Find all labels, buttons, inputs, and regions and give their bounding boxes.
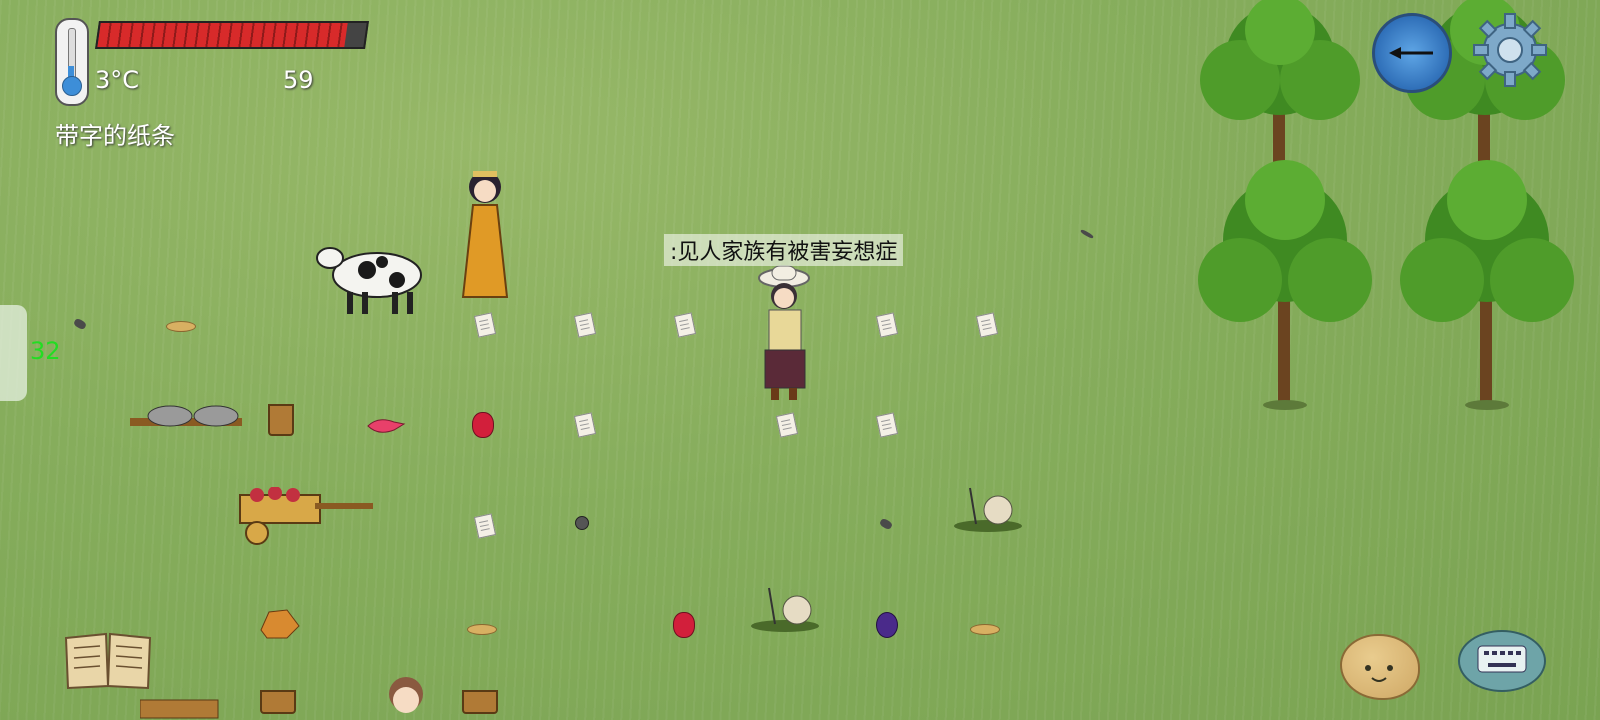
- red-gem-item[interactable]: [673, 612, 695, 638]
- emote-face-icon[interactable]: [1340, 634, 1420, 700]
- ore-rock-item[interactable]: [257, 608, 301, 640]
- tree: [1392, 150, 1582, 410]
- raw-meat-item[interactable]: [366, 416, 406, 436]
- status-hud: 3°C 59 带字的纸条: [55, 18, 375, 158]
- flint-stone[interactable]: [72, 317, 88, 331]
- tree: [1190, 150, 1380, 410]
- wooden-bucket[interactable]: [268, 404, 294, 436]
- paper-note[interactable]: [775, 412, 799, 438]
- held-item-label: 带字的纸条: [55, 122, 175, 150]
- flint-stone[interactable]: [878, 517, 894, 531]
- health-bar: [95, 21, 369, 49]
- rabbit-hole-bush[interactable]: [948, 484, 1028, 534]
- purple-berry-item[interactable]: [876, 612, 898, 638]
- speech-bubble: :见人家族有被害妄想症: [664, 234, 904, 266]
- paper-note[interactable]: [875, 312, 899, 338]
- wooden-cart-partial[interactable]: [140, 690, 220, 720]
- temperature-readout: 3°C: [95, 66, 140, 94]
- wheelbarrow[interactable]: [235, 487, 375, 547]
- wooden-bucket[interactable]: [260, 690, 296, 714]
- red-gem-item[interactable]: [472, 412, 494, 438]
- flint-stone[interactable]: [1079, 228, 1095, 240]
- paper-note[interactable]: [473, 513, 497, 539]
- flatbread-item[interactable]: [970, 624, 1000, 635]
- paper-note[interactable]: [573, 312, 597, 338]
- compass-icon[interactable]: [1372, 13, 1452, 93]
- side-panel-tab[interactable]: [0, 305, 27, 401]
- paper-note[interactable]: [673, 312, 697, 338]
- keyboard-chat-icon[interactable]: [1458, 630, 1546, 692]
- character-villager[interactable]: [455, 165, 515, 305]
- paper-note[interactable]: [573, 412, 597, 438]
- paper-note[interactable]: [473, 312, 497, 338]
- villager-partial[interactable]: [383, 676, 429, 720]
- health-bar-fill: [97, 23, 349, 47]
- round-stone-item[interactable]: [575, 516, 589, 530]
- book-icon[interactable]: [62, 630, 154, 690]
- rabbit-hole-bush[interactable]: [745, 584, 825, 634]
- gear-icon[interactable]: [1470, 10, 1550, 90]
- paper-note[interactable]: [875, 412, 899, 438]
- thermometer-icon: [55, 18, 89, 106]
- flatbread-item[interactable]: [467, 624, 497, 635]
- paper-note[interactable]: [975, 312, 999, 338]
- player-character[interactable]: [755, 262, 815, 407]
- flatbread-item[interactable]: [166, 321, 196, 332]
- cow[interactable]: [312, 240, 432, 320]
- wooden-bucket[interactable]: [462, 690, 498, 714]
- millstone[interactable]: [130, 404, 242, 432]
- fps-counter: 32: [30, 337, 61, 365]
- food-counter: 59: [283, 66, 314, 94]
